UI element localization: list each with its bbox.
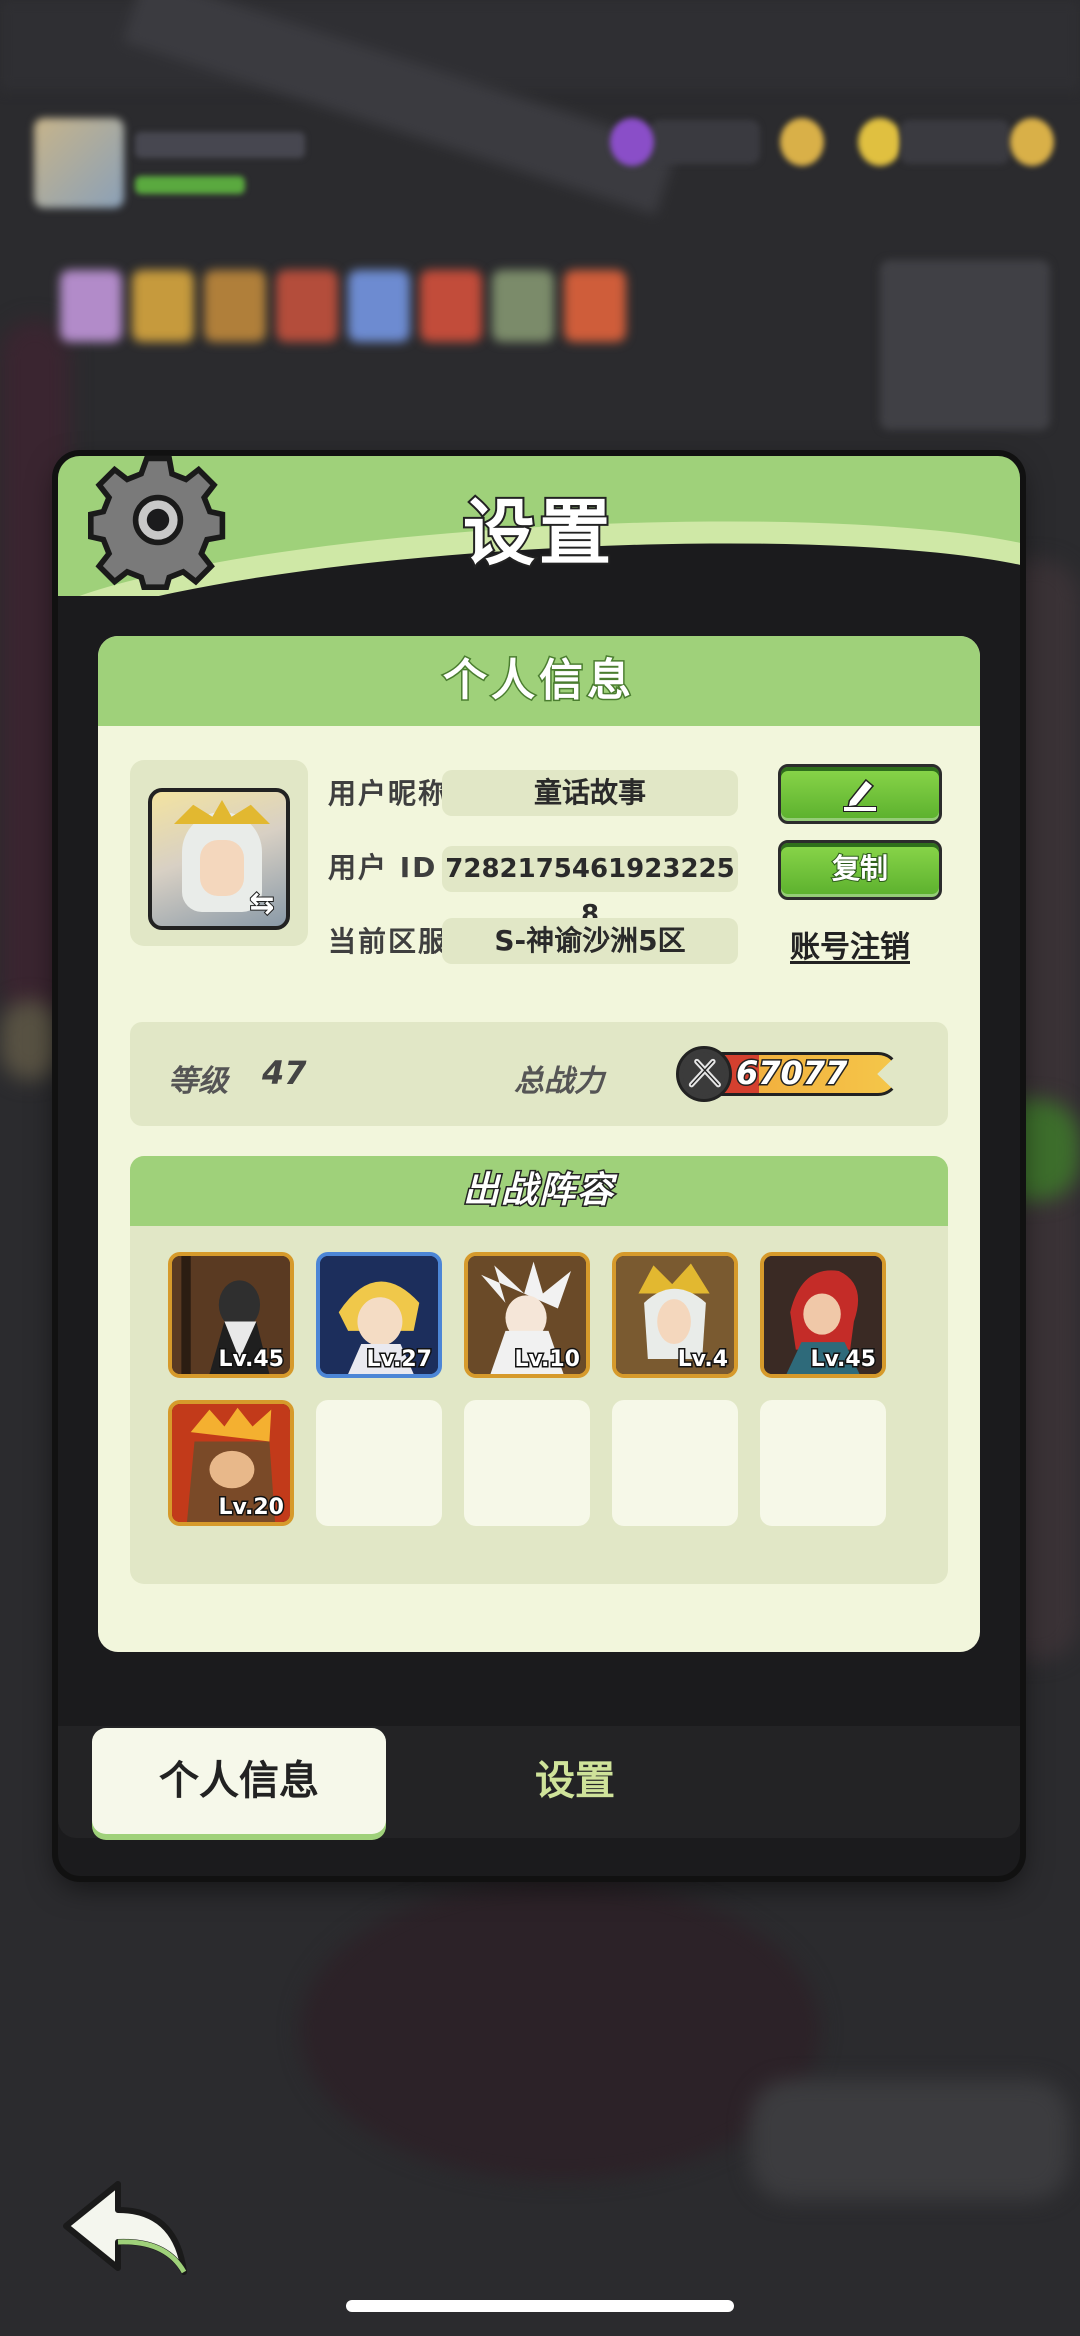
hero-slot-5[interactable]: Lv.45 [760,1252,886,1378]
stats-row: 等级 47 总战力 67077 [130,1022,948,1126]
back-arrow-icon[interactable] [56,2176,196,2286]
gem-icon [610,118,654,166]
power-value: 67077 [734,1053,848,1094]
lineup-title: 出战阵容 [130,1156,948,1226]
user-id-value: 7282175461923225​8 [442,846,738,930]
home-indicator [346,2300,734,2312]
tab-bar: 个人信息 设置 [58,1726,1020,1838]
power-label: 总战力 [514,1064,604,1099]
lineup-panel: 出战阵容 Lv.45 Lv.27 Lv.10 Lv.4 Lv.45 Lv.20 [130,1156,948,1584]
nickname-value: 童话故事 [442,770,738,816]
empty-hero-slot[interactable] [612,1400,738,1526]
coin-icon [780,118,824,166]
section-header: 个人信息 [98,636,980,726]
hero-slot-3[interactable]: Lv.10 [464,1252,590,1378]
server-value: S-神谕沙洲5区 [442,918,738,964]
currency-icon [1010,118,1054,166]
level-value: 47 [262,1054,307,1092]
hero-slot-1[interactable]: Lv.45 [168,1252,294,1378]
swap-icon[interactable]: ⇆ [242,885,282,922]
profile-avatar[interactable]: ⇆ [148,788,290,930]
minimap[interactable] [880,260,1050,430]
empty-hero-slot[interactable] [316,1400,442,1526]
server-label: 当前区服 [328,925,449,958]
level-label: 等级 [168,1064,228,1099]
tab-settings[interactable]: 设置 [428,1728,722,1834]
hero-level: Lv.4 [676,1346,729,1374]
player-avatar[interactable] [34,118,124,208]
gold-icon [858,118,902,166]
hero-level: Lv.45 [809,1346,878,1374]
hero-level: Lv.10 [513,1346,582,1374]
profile-card: 个人信息 ⇆ 用户昵称 童话故事 用户 ID 7282175461923225​… [98,636,980,1652]
gold-counter [900,120,1010,164]
player-xp-bar [135,176,245,194]
edit-nickname-button[interactable] [778,764,942,824]
hero-slot-2[interactable]: Lv.27 [316,1252,442,1378]
hero-slot-6[interactable]: Lv.20 [168,1400,294,1526]
nickname-label: 用户昵称 [328,777,449,810]
player-name-bar [135,132,305,158]
power-icon [676,1046,732,1102]
hero-slot-4[interactable]: Lv.4 [612,1252,738,1378]
hero-level: Lv.45 [217,1346,286,1374]
hero-level: Lv.27 [365,1346,434,1374]
delete-account-link[interactable]: 账号注销 [790,922,910,966]
edit-icon [843,778,877,812]
gem-counter [650,120,760,164]
hero-level: Lv.20 [217,1494,286,1522]
user-id-label: 用户 ID [328,851,438,884]
settings-modal: 设置 个人信息 ⇆ 用户昵称 童话故事 用户 ID 72821754619232… [58,455,1020,1876]
power-badge: 67077 [676,1046,906,1102]
empty-hero-slot[interactable] [760,1400,886,1526]
tab-personal-info[interactable]: 个人信息 [92,1728,386,1834]
empty-hero-slot[interactable] [464,1400,590,1526]
avatar-box: ⇆ [130,760,308,946]
copy-id-button[interactable]: 复制 [778,840,942,900]
hero-strip [60,270,700,355]
gear-icon [88,455,226,590]
